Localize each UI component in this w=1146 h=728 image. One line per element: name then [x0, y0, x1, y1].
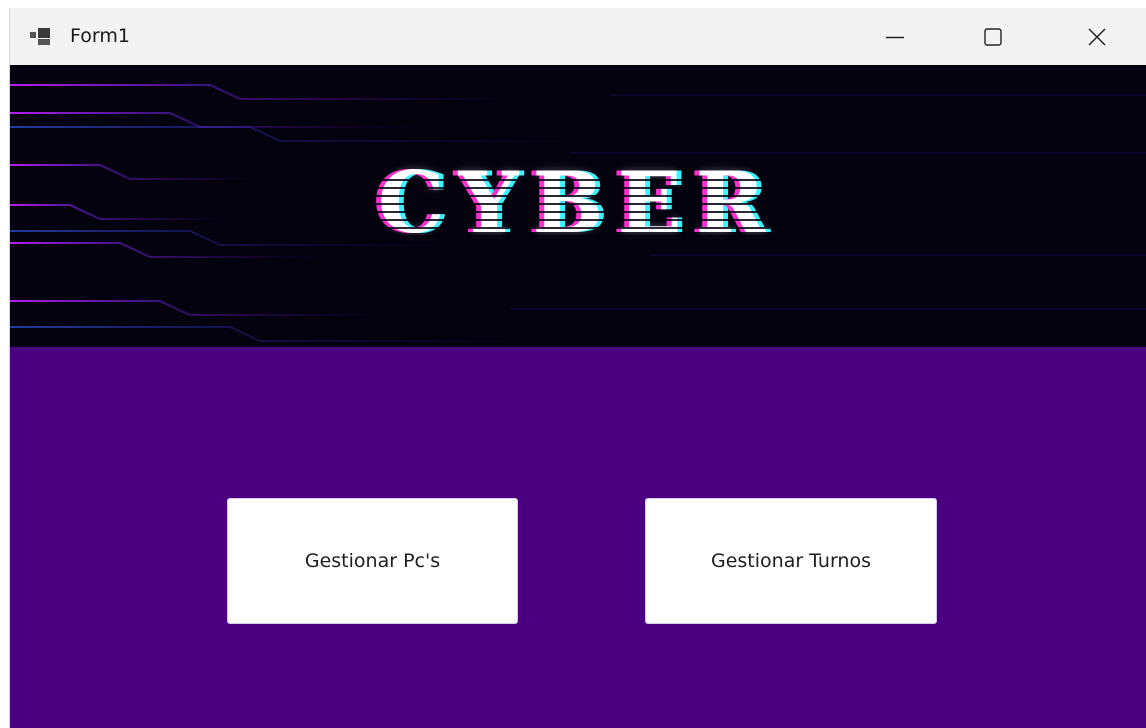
gestionar-pcs-button[interactable]: Gestionar Pc's: [227, 498, 518, 624]
cyber-banner-image: CYBER: [10, 65, 1146, 347]
maximize-button[interactable]: [943, 8, 1043, 65]
main-window: Form1 CYBER Gestionar Pc's Gestionar Tur…: [9, 8, 1146, 728]
minimize-icon: [885, 27, 905, 47]
minimize-button[interactable]: [845, 8, 945, 65]
gestionar-turnos-button[interactable]: Gestionar Turnos: [645, 498, 937, 624]
close-button[interactable]: [1047, 8, 1146, 65]
cyber-banner-title: CYBER: [377, 153, 780, 252]
window-title: Form1: [70, 25, 130, 47]
app-window-icon: [30, 28, 52, 46]
close-icon: [1087, 27, 1107, 47]
maximize-icon: [983, 27, 1003, 47]
title-bar[interactable]: Form1: [10, 8, 1146, 65]
